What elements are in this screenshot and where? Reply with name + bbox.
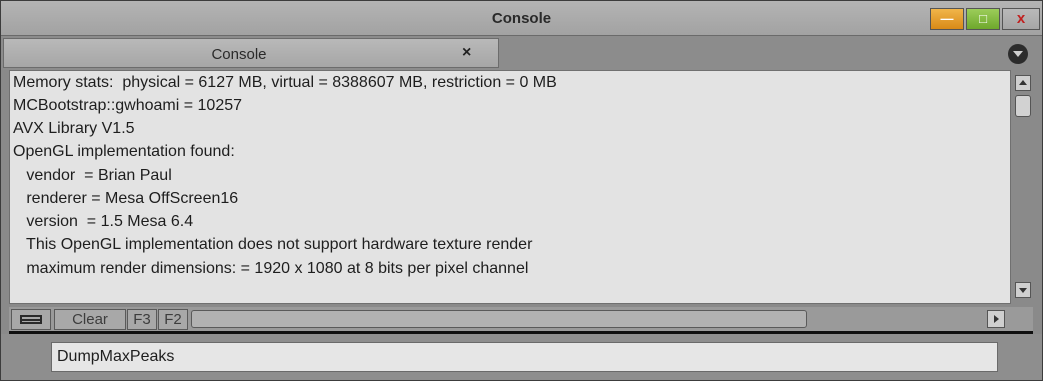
tab-label: Console xyxy=(211,46,267,63)
panel-menu-icon[interactable] xyxy=(1008,44,1028,64)
maximize-icon: □ xyxy=(979,11,987,26)
console-output[interactable]: Memory stats: physical = 6127 MB, virtua… xyxy=(9,70,1011,304)
scroll-up-arrow-icon[interactable] xyxy=(1015,75,1031,91)
vertical-scrollbar[interactable] xyxy=(1012,70,1034,304)
maximize-button[interactable]: □ xyxy=(966,8,1000,30)
console-toolbar: Clear F3 F2 xyxy=(9,307,1033,331)
split-view-icon[interactable] xyxy=(11,309,51,330)
output-line: renderer = Mesa OffScreen16 xyxy=(13,190,239,207)
close-button[interactable]: x xyxy=(1002,8,1040,30)
horizontal-scrollbar[interactable] xyxy=(191,310,807,328)
output-line: AVX Library V1.5 xyxy=(13,120,135,137)
output-line: maximum render dimensions: = 1920 x 1080… xyxy=(13,260,529,277)
output-line: version = 1.5 Mesa 6.4 xyxy=(13,213,194,230)
tab-console[interactable]: Console × xyxy=(3,38,499,68)
command-area xyxy=(1,334,1042,380)
command-input[interactable] xyxy=(51,342,998,372)
minimize-button[interactable]: — xyxy=(930,8,964,30)
output-line: This OpenGL implementation does not supp… xyxy=(13,236,533,253)
console-window: Console — □ x Console × Memory stats: ph… xyxy=(0,0,1043,381)
scroll-right-arrow-icon[interactable] xyxy=(987,310,1005,328)
tab-close-icon[interactable]: × xyxy=(462,44,471,62)
tab-strip: Console × xyxy=(1,36,1042,70)
window-title: Console xyxy=(491,10,552,27)
clear-button[interactable]: Clear xyxy=(54,309,126,330)
output-line: OpenGL implementation found: xyxy=(13,143,235,160)
scroll-thumb[interactable] xyxy=(1015,95,1031,117)
close-icon: x xyxy=(1016,10,1026,27)
output-line: Memory stats: physical = 6127 MB, virtua… xyxy=(13,74,557,91)
f3-button[interactable]: F3 xyxy=(127,309,157,330)
scroll-down-arrow-icon[interactable] xyxy=(1015,282,1031,298)
title-bar[interactable]: Console — □ x xyxy=(1,1,1042,36)
minimize-icon: — xyxy=(940,11,954,26)
f2-button[interactable]: F2 xyxy=(158,309,188,330)
output-line: vendor = Brian Paul xyxy=(13,167,172,184)
output-line: MCBootstrap::gwhoami = 10257 xyxy=(13,97,243,114)
